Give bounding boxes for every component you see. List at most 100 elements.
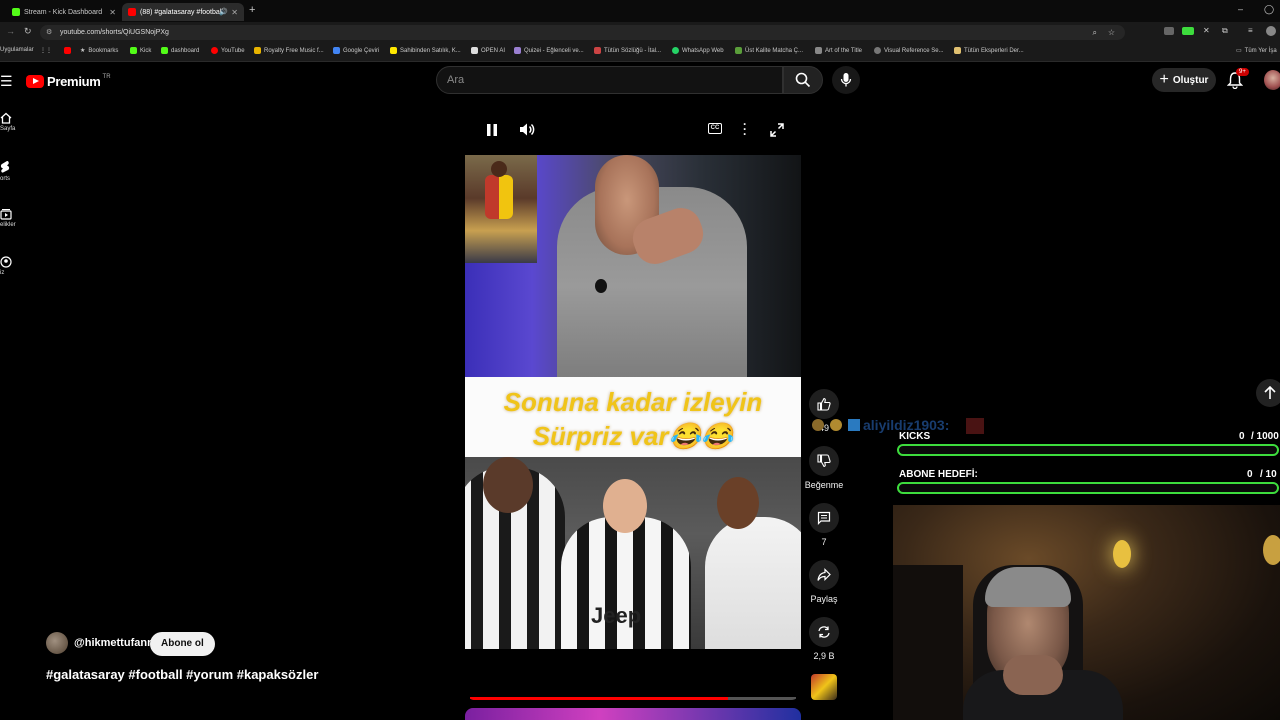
kicks-goal-value: 0 xyxy=(1239,431,1245,442)
arrow-up-icon xyxy=(1264,386,1276,399)
volume-button[interactable] xyxy=(519,122,536,142)
bookmark-visual-reference[interactable]: Visual Reference Se... xyxy=(874,47,944,54)
tab-kick-dashboard[interactable]: Stream - Kick Dashboard ✕ xyxy=(6,3,122,21)
video-progress-bar[interactable] xyxy=(470,697,796,700)
progress-fill xyxy=(470,697,728,700)
bookmark-google-translate[interactable]: Google Çeviri xyxy=(333,47,379,54)
kick-extension-icon[interactable] xyxy=(1182,27,1194,35)
bookmark-star-icon[interactable]: ☆ xyxy=(1108,25,1115,40)
lamp xyxy=(1113,540,1131,568)
bookmark-royalty-free[interactable]: Royalty Free Music f... xyxy=(254,47,324,54)
bookmark-label: Bookmarks xyxy=(88,47,119,54)
chat-badge-icon xyxy=(848,419,860,431)
back-icon[interactable]: → xyxy=(6,26,15,36)
folder-icon: ▭ xyxy=(1236,48,1242,54)
bookmark-open-ai[interactable]: OPEN AI xyxy=(471,47,505,54)
player-right xyxy=(705,517,801,649)
remix-count: 2,9 B xyxy=(813,651,835,661)
extensions-puzzle-icon[interactable]: ⧉ xyxy=(1222,26,1228,36)
search-button[interactable] xyxy=(783,66,823,94)
streamer-hand xyxy=(1003,655,1063,695)
hamburger-menu-icon[interactable]: ☰ xyxy=(0,73,13,90)
previous-short-button[interactable] xyxy=(1256,379,1280,407)
sidebar-item-subscriptions[interactable]: elikler xyxy=(0,208,24,228)
share-action[interactable]: Paylaş xyxy=(803,560,845,604)
audio-source-thumbnail[interactable] xyxy=(811,674,837,700)
bookmark-apps[interactable]: Uygulamalar xyxy=(0,47,34,53)
like-button[interactable] xyxy=(809,389,839,419)
notifications-button[interactable]: 9+ xyxy=(1226,68,1249,90)
bookmark-label: Visual Reference Se... xyxy=(884,47,944,54)
share-label: Paylaş xyxy=(810,594,838,604)
player-center xyxy=(561,517,691,649)
youtube-bookmark-icon[interactable] xyxy=(64,47,74,54)
zoom-icon[interactable]: ⌕ xyxy=(1093,25,1097,40)
bookmark-tutun-sozlugu[interactable]: Tütün Sözlüğü - İtal... xyxy=(594,47,661,54)
comments-action[interactable]: 7 xyxy=(803,503,845,547)
profile-avatar[interactable] xyxy=(1266,26,1276,36)
extension-icon[interactable] xyxy=(1164,27,1174,35)
tab-youtube-short[interactable]: (88) #galatasaray #football 🔊 ✕ xyxy=(122,3,244,21)
pause-icon xyxy=(487,124,497,136)
bookmark-label: Tüm Yer İşa xyxy=(1244,47,1277,54)
all-bookmarks-folder[interactable]: ▭ Tüm Yer İşa xyxy=(1236,47,1277,55)
shorts-player[interactable]: CC · · · Sonuna kadar izleyin Sürpriz var😂… xyxy=(465,104,801,700)
fullscreen-button[interactable] xyxy=(770,123,784,142)
sidebar-item-label: elikler xyxy=(0,222,16,228)
hashtags[interactable]: #galatasaray #football #yorum #kapaksözl… xyxy=(46,667,318,682)
remix-button[interactable] xyxy=(809,617,839,647)
chair-back xyxy=(893,565,963,720)
url-input[interactable]: ⚙ youtube.com/shorts/QiUGSNojPXg ☆ ⌕ xyxy=(40,25,1125,40)
next-short-preview[interactable] xyxy=(465,708,801,720)
reading-list-icon[interactable]: ≡ xyxy=(1248,26,1253,35)
bookmark-matcha[interactable]: Üst Kalite Matcha Ç... xyxy=(735,47,803,54)
voice-search-button[interactable] xyxy=(832,66,860,94)
close-tab-icon[interactable]: ✕ xyxy=(231,8,238,17)
captions-icon[interactable]: CC xyxy=(708,123,722,134)
bookmark-bookmarks[interactable]: ★ Bookmarks xyxy=(80,47,119,55)
share-button[interactable] xyxy=(809,560,839,590)
youtube-logo[interactable]: Premium TR xyxy=(26,74,111,89)
streamer-webcam xyxy=(893,505,1280,720)
lapel-microphone xyxy=(595,279,607,293)
player-right-head xyxy=(717,477,759,529)
bookmark-quizei[interactable]: Quizei - Eğlenceli ve... xyxy=(514,47,584,54)
pause-button[interactable] xyxy=(486,123,498,142)
logo-premium-text: Premium xyxy=(47,74,101,89)
site-info-icon[interactable]: ⚙ xyxy=(46,25,52,40)
remix-action[interactable]: 2,9 B xyxy=(803,617,845,661)
bookmark-tutun-eksperleri[interactable]: Tütün Eksperleri Der... xyxy=(954,47,1024,54)
subscribe-button[interactable]: Abone ol xyxy=(150,632,215,656)
apps-grid-icon[interactable]: ⋮⋮ xyxy=(40,47,52,54)
sub-goal-target: / 10 xyxy=(1260,469,1277,480)
audio-playing-icon[interactable]: 🔊 xyxy=(219,8,228,16)
sidebar-item-shorts[interactable]: orts xyxy=(0,160,24,182)
extension-x-icon[interactable]: ✕ xyxy=(1203,26,1210,35)
minimize-icon[interactable]: – xyxy=(1238,4,1243,14)
create-button[interactable]: + Oluştur xyxy=(1152,68,1216,92)
sidebar-item-you[interactable]: iz xyxy=(0,256,24,276)
new-tab-button[interactable]: + xyxy=(249,4,255,16)
player-controls: CC · · · xyxy=(465,104,801,154)
window-close-icon[interactable]: ◯ xyxy=(1264,4,1274,15)
dislike-action[interactable]: Beğenme xyxy=(803,446,845,490)
bookmark-youtube[interactable]: YouTube xyxy=(211,47,245,54)
sidebar-item-home[interactable]: Sayfa xyxy=(0,112,24,132)
bookmark-whatsapp[interactable]: WhatsApp Web xyxy=(672,47,724,54)
search-input[interactable]: Ara xyxy=(436,66,783,94)
reload-icon[interactable]: ↻ xyxy=(24,26,32,37)
dislike-button[interactable] xyxy=(809,446,839,476)
bookmark-sahibinden[interactable]: Sahibinden Satılık, K... xyxy=(390,47,461,54)
more-options-icon[interactable]: · · · xyxy=(743,118,747,140)
close-tab-icon[interactable]: ✕ xyxy=(109,8,116,17)
bookmark-art-of-title[interactable]: Art of the Title xyxy=(815,47,862,54)
address-bar-row: → ↻ ⚙ youtube.com/shorts/QiUGSNojPXg ☆ ⌕… xyxy=(0,22,1280,42)
account-avatar[interactable] xyxy=(1264,70,1280,90)
notification-badge: 9+ xyxy=(1236,68,1249,76)
bookmark-kick[interactable]: Kick xyxy=(130,47,151,54)
comments-button[interactable] xyxy=(809,503,839,533)
channel-avatar[interactable] xyxy=(46,632,68,654)
sub-goal-bar xyxy=(897,482,1279,494)
bookmark-dashboard[interactable]: dashboard xyxy=(161,47,199,54)
channel-name[interactable]: @hikmettufann xyxy=(74,637,154,649)
